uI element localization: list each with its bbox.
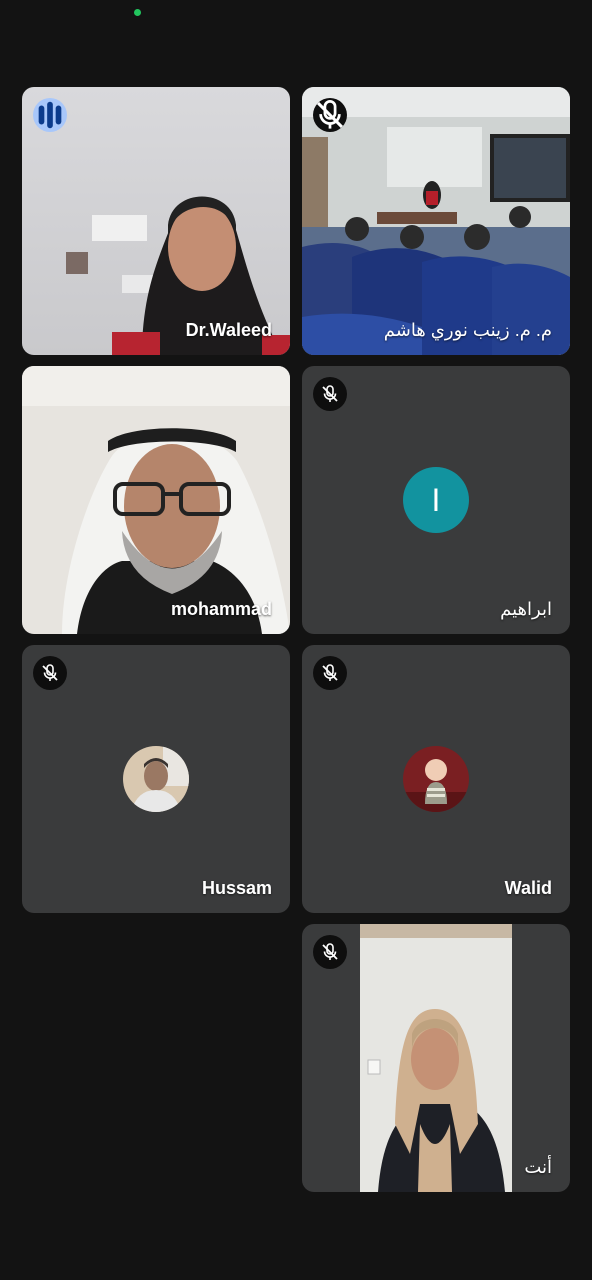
video-feed <box>22 366 290 634</box>
participant-name: Walid <box>504 878 552 898</box>
mic-off-icon <box>313 377 347 411</box>
self-video-feed <box>360 924 512 1192</box>
participant-name: ابراهيم <box>500 599 552 619</box>
participant-name: Dr.Waleed <box>185 320 272 340</box>
participant-tile-dr-waleed[interactable]: Dr.Waleed <box>22 87 290 355</box>
participant-name: أنت <box>524 1157 552 1177</box>
avatar <box>123 746 189 812</box>
participant-name: م. م. زينب نوري هاشم <box>383 320 552 340</box>
participant-tile-zainab[interactable]: م. م. زينب نوري هاشم <box>302 87 570 355</box>
avatar <box>403 746 469 812</box>
participant-tile-self[interactable]: أنت <box>302 924 570 1192</box>
participant-name: mohammad <box>170 599 272 619</box>
speaking-indicator-icon <box>33 98 67 132</box>
participant-tile-hussam[interactable]: Hussam <box>22 645 290 913</box>
mic-off-icon <box>313 935 347 969</box>
mic-off-icon <box>313 656 347 690</box>
avatar: I <box>403 467 469 533</box>
participant-tile-ibrahim[interactable]: I ابراهيم <box>302 366 570 634</box>
camera-in-use-indicator <box>134 9 141 16</box>
mic-off-icon <box>33 656 67 690</box>
meet-call-screen: Dr.Waleed م. م. زينب نوري هاشم mohammad … <box>0 0 592 1280</box>
participant-tile-walid[interactable]: Walid <box>302 645 570 913</box>
participant-name: Hussam <box>201 878 272 898</box>
mic-off-icon <box>313 98 347 132</box>
participant-tile-mohammad[interactable]: mohammad <box>22 366 290 634</box>
